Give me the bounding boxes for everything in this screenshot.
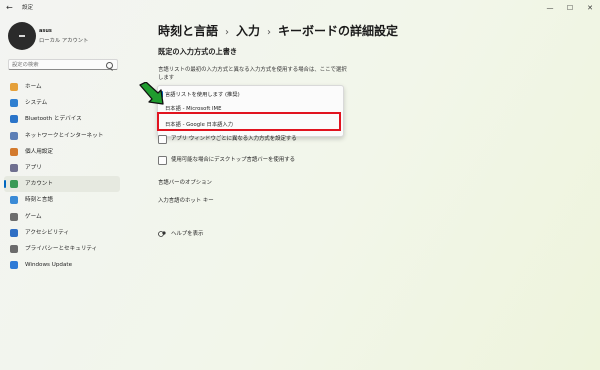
gaming-icon [10,212,18,221]
sidebar-item-label: ホーム [25,84,42,90]
shield-icon [10,244,18,253]
sidebar-item[interactable]: 時刻と言語 [4,192,120,208]
sidebar-item-label: システム [25,100,48,107]
sidebar-item[interactable]: アクセシビリティ [4,225,120,241]
home-icon [10,83,18,91]
section-title: 既定の入力方式の上書き [158,47,238,56]
sidebar-item[interactable]: Bluetooth とデバイス [4,111,120,127]
settings-window: ← 設定 — ☐ ✕ asus ローカル アカウント ホームシステム Blueto… [0,0,600,370]
sidebar-item[interactable]: ホーム [4,79,120,95]
user-name: asus [39,28,52,34]
help-label: ヘルプを表示 [171,231,204,237]
sidebar-item[interactable]: システム [4,95,120,111]
pointer-arrow-icon [139,82,164,105]
sidebar-item-label: ネットワークとインターネット [25,132,104,139]
sidebar-item-label: アプリ [25,164,42,171]
account-icon [10,180,18,189]
breadcrumb-item-input[interactable]: 入力 [236,24,260,38]
app-title: 設定 [22,5,34,11]
sidebar-item[interactable]: ゲーム [4,209,120,225]
sidebar-item[interactable]: 個人用設定 [4,144,120,160]
desktop-language-bar-checkbox[interactable] [158,156,167,165]
checkbox-label: 使用可能な場合にデスクトップ言語バーを使用する [171,157,295,163]
search-box[interactable] [8,59,118,70]
sidebar-item[interactable]: Windows Update [4,257,120,273]
time-language-icon [10,196,18,205]
bluetooth-icon [10,115,18,124]
apps-icon [10,163,18,172]
system-icon [10,99,18,108]
language-bar-options-link[interactable]: 言語バーのオプション [158,178,212,186]
sidebar-item[interactable]: プライバシーとセキュリティ [4,241,120,257]
per-app-input-checkbox[interactable] [158,135,167,144]
page-title: キーボードの詳細設定 [278,24,399,38]
accessibility-icon [10,228,18,237]
maximize-button[interactable]: ☐ [563,2,577,14]
avatar-placeholder-icon [19,35,25,37]
breadcrumb: 時刻と言語 › 入力 › キーボードの詳細設定 [158,22,398,39]
breadcrumb-separator: › [267,27,272,38]
breadcrumb-item-time-language[interactable]: 時刻と言語 [158,24,218,38]
sidebar-item-label: ゲーム [25,213,42,220]
dropdown-option-language-list[interactable]: 言語リストを使用します (推奨) [158,87,343,101]
sidebar-item[interactable]: ネットワークとインターネット [4,128,120,144]
back-button[interactable]: ← [6,3,16,13]
dropdown-option-label: 言語リストを使用します (推奨) [165,91,240,98]
sidebar-item[interactable]: アカウント [4,176,120,193]
sidebar-item-label: アカウント [25,181,53,188]
title-bar: ← 設定 — ☐ ✕ [0,0,600,16]
checkbox-label: アプリ ウィンドウごとに異なる入力方式を設定する [171,136,297,142]
close-button[interactable]: ✕ [583,2,597,14]
sidebar-item-label: アクセシビリティ [25,229,70,236]
minimize-button[interactable]: — [543,2,557,14]
sidebar-item[interactable]: アプリ [4,160,120,176]
sidebar-item-label: Windows Update [25,262,73,269]
avatar[interactable] [8,22,36,50]
section-description: 言語リストの最初の入力方式と異なる入力方式を使用する場合は、ここで選択します [158,67,347,81]
network-icon [10,131,18,140]
sidebar-item-label: プライバシーとセキュリティ [25,245,98,252]
sidebar-item-label: 時刻と言語 [25,197,53,204]
help-icon [158,231,166,237]
sidebar-nav: ホームシステム Bluetooth とデバイスネットワークとインターネット 個人用設… [0,79,122,273]
brush-icon [10,147,18,156]
search-icon[interactable] [106,61,113,69]
input-language-hotkeys-link[interactable]: 入力言語のホット キー [158,196,214,204]
sidebar-item-label: Bluetooth とデバイス [25,116,82,123]
highlight-box [157,112,341,131]
account-type: ローカル アカウント [39,38,89,44]
update-icon [10,261,18,270]
sidebar-item-label: 個人用設定 [25,148,53,155]
search-input[interactable] [12,60,102,69]
breadcrumb-separator: › [225,27,230,38]
